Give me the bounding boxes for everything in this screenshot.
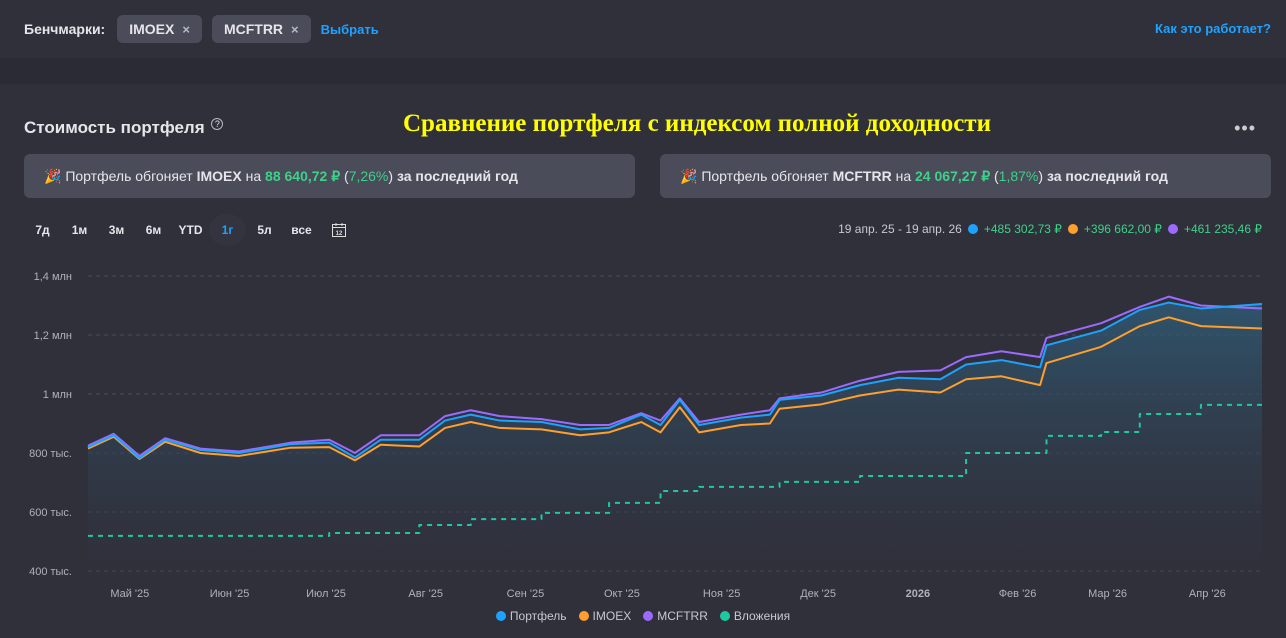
legend-item-portfolio[interactable]: Портфель xyxy=(495,609,567,623)
x-tick-label: Дек '25 xyxy=(800,588,836,600)
legend-item-investments[interactable]: Вложения xyxy=(719,609,791,623)
x-tick-label: Авг '25 xyxy=(408,588,443,600)
legend-item-imoex[interactable]: IMOEX xyxy=(578,609,632,623)
legend-dot-icon xyxy=(719,611,730,621)
chart-legend: Портфель IMOEX MCFTRR Вложения xyxy=(0,609,1286,623)
legend-dot-icon xyxy=(643,611,654,621)
y-tick-label: 800 тыс. xyxy=(29,448,72,460)
x-tick-label: Ноя '25 xyxy=(703,588,740,600)
portfolio-chart[interactable]: 1,4 млн 1,2 млн 1 млн 800 тыс. 600 тыс. 400 т… xyxy=(0,0,1286,638)
legend-dot-icon xyxy=(495,611,506,621)
legend-label: Портфель xyxy=(509,609,567,623)
portfolio-area xyxy=(88,302,1262,571)
x-tick-label: Окт '25 xyxy=(604,588,640,600)
y-tick-label: 1 млн xyxy=(43,389,72,401)
legend-dot-icon xyxy=(578,611,589,621)
legend-label: IMOEX xyxy=(592,609,632,623)
x-tick-label: Мар '26 xyxy=(1088,588,1127,600)
x-tick-label: Июн '25 xyxy=(210,588,250,600)
x-tick-label: Июл '25 xyxy=(306,588,346,600)
x-tick-label: Апр '26 xyxy=(1189,588,1226,600)
y-tick-label: 1,2 млн xyxy=(34,330,72,342)
x-tick-label: Май '25 xyxy=(110,588,149,600)
legend-item-mcftrr[interactable]: MCFTRR xyxy=(643,609,708,623)
legend-label: MCFTRR xyxy=(657,609,708,623)
y-tick-label: 1,4 млн xyxy=(34,271,72,283)
x-tick-label: Сен '25 xyxy=(507,588,545,600)
legend-label: Вложения xyxy=(733,609,791,623)
x-tick-label: 2026 xyxy=(906,588,930,600)
x-tick-label: Фев '26 xyxy=(999,588,1037,600)
y-tick-label: 400 тыс. xyxy=(29,566,72,578)
y-tick-label: 600 тыс. xyxy=(29,507,72,519)
